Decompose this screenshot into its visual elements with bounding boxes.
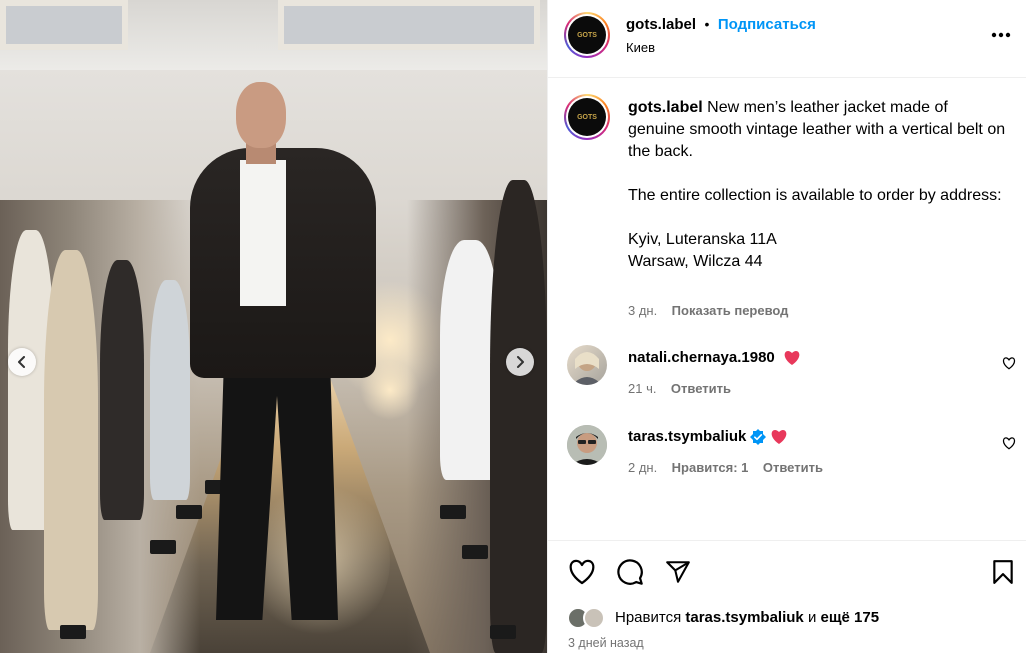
likes-summary: Нравится taras.tsymbaliuk и ещё 175 [615, 609, 879, 626]
post-media-image[interactable] [0, 0, 547, 653]
separator-dot: • [704, 16, 710, 32]
post-header: GOTS gots.label • Подписаться Киев [548, 0, 1026, 78]
more-horizontal-icon [991, 32, 1011, 38]
heart-emoji [772, 429, 787, 444]
gots-logo-icon: GOTS [568, 16, 606, 54]
next-slide-button[interactable] [506, 348, 534, 376]
likes-and: и [807, 609, 817, 626]
chevron-left-icon [18, 356, 25, 368]
floor-lamp [60, 625, 86, 639]
comment-like-button[interactable] [996, 350, 1022, 376]
floor-lamp [490, 625, 516, 639]
post-actions-bar: Нравится taras.tsymbaliuk и ещё 175 3 дн… [548, 540, 1026, 653]
audience-person [100, 260, 144, 520]
floor-lamp [440, 505, 466, 519]
caption-text-block: gots.label New men’s leather jacket made… [628, 97, 1008, 273]
small-heart-icon [1002, 436, 1016, 449]
commenter-avatar[interactable] [567, 345, 607, 385]
author-username[interactable]: gots.label [626, 16, 696, 33]
commenter-username[interactable]: natali.chernaya.1980 [628, 349, 775, 366]
share-button[interactable] [663, 557, 693, 587]
model-head [236, 82, 286, 148]
posted-ago[interactable]: 3 дней назад [568, 636, 644, 650]
commenter-avatar[interactable] [567, 425, 607, 465]
comment-like-button[interactable] [996, 430, 1022, 456]
audience-person [44, 250, 98, 630]
bookmark-icon [993, 560, 1013, 584]
reply-button[interactable]: Ответить [671, 381, 731, 396]
venue-window [0, 0, 128, 50]
comment-time[interactable]: 21 ч. [628, 381, 656, 396]
audience-person [150, 280, 190, 500]
liker-avatar [583, 607, 605, 629]
comment-time[interactable]: 2 дн. [628, 460, 657, 475]
reply-button[interactable]: Ответить [763, 460, 823, 475]
previous-slide-button[interactable] [8, 348, 36, 376]
floor-lamp [176, 505, 202, 519]
post-side-panel: GOTS gots.label • Подписаться Киев GOTS … [547, 0, 1026, 653]
verified-badge-icon [750, 428, 767, 445]
logo-text: GOTS [577, 31, 597, 39]
floor-lamp [462, 545, 488, 559]
liker-avatars[interactable] [567, 605, 611, 629]
venue-window [278, 0, 540, 50]
heart-outline-icon [569, 559, 595, 585]
commenter-photo [572, 352, 602, 385]
likes-prefix: Нравится [615, 609, 682, 626]
author-avatar[interactable]: GOTS [564, 12, 610, 58]
comment-button[interactable] [615, 557, 645, 587]
like-button[interactable] [567, 557, 597, 587]
caption-meta: 3 дн. Показать перевод [628, 302, 788, 320]
caption-time[interactable]: 3 дн. [628, 303, 657, 318]
chevron-right-icon [517, 356, 524, 368]
follow-button[interactable]: Подписаться [718, 16, 816, 33]
commenter-username[interactable]: taras.tsymbaliuk [628, 428, 746, 445]
small-heart-icon [1002, 356, 1016, 369]
caption-username[interactable]: gots.label [628, 99, 703, 116]
caption-author-avatar[interactable]: GOTS [564, 94, 610, 140]
comment-likes-count[interactable]: Нравится: 1 [672, 460, 749, 475]
commenter-photo [567, 425, 607, 465]
audience-person [490, 180, 547, 653]
post-location[interactable]: Киев [626, 40, 655, 55]
logo-text: GOTS [577, 113, 597, 121]
caption-body: New men’s leather jacket made of genuine… [628, 99, 1006, 270]
comment-bubble-icon [617, 559, 643, 585]
likes-more-link[interactable]: ещё 175 [821, 609, 880, 626]
floor-lamp [150, 540, 176, 554]
save-button[interactable] [988, 557, 1018, 587]
likes-user-link[interactable]: taras.tsymbaliuk [685, 609, 803, 626]
paper-plane-icon [666, 561, 690, 583]
heart-emoji [784, 350, 800, 365]
model-shirt [240, 160, 286, 306]
gots-logo-icon: GOTS [568, 98, 606, 136]
show-translation-button[interactable]: Показать перевод [672, 303, 789, 318]
more-options-button[interactable] [986, 20, 1016, 50]
